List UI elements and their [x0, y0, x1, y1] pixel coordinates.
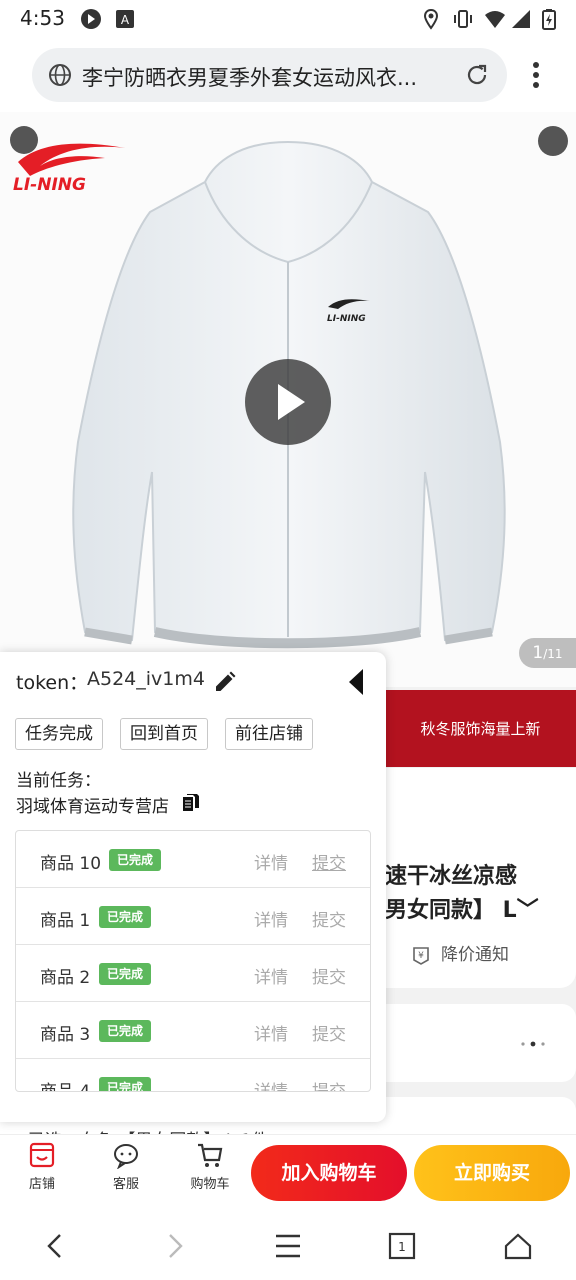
task-row: 商品 10 已完成 详情 提交 [16, 831, 370, 888]
task-row: 商品 4 已完成 详情 提交 [16, 1059, 370, 1092]
edit-icon[interactable] [213, 670, 237, 694]
url-title[interactable]: 李宁防晒衣男夏季外套女运动风衣... [82, 62, 452, 92]
menu-lines-icon[interactable] [272, 1230, 304, 1262]
detail-link[interactable]: 详情 [254, 1020, 288, 1045]
reload-icon[interactable] [464, 62, 490, 88]
browser-toolbar: 李宁防晒衣男夏季外套女运动风衣... [0, 38, 576, 112]
current-task-label: 当前任务： [16, 771, 101, 791]
location-icon [423, 8, 439, 30]
back-button[interactable] [10, 126, 38, 154]
detail-link[interactable]: 详情 [254, 963, 288, 988]
font-a-icon: A [116, 10, 134, 28]
submit-link[interactable]: 提交 [312, 906, 346, 931]
price-alert-label[interactable]: 降价通知 [441, 940, 509, 965]
brand-logo-text: LI-NING [13, 175, 86, 192]
collapse-left-icon[interactable] [347, 668, 365, 696]
token-label: token： [16, 672, 89, 694]
detail-link[interactable]: 详情 [254, 906, 288, 931]
task-row-name: 商品 3 [40, 1025, 91, 1045]
wifi-icon [485, 11, 505, 28]
more-dots-icon[interactable] [519, 1040, 549, 1048]
product-title-line1: 速干冰丝凉感 [385, 864, 518, 889]
chest-logo: LI-NING [327, 299, 370, 323]
service-tab[interactable]: 客服 [96, 1135, 156, 1192]
status-bar: 4:53 A [0, 0, 576, 38]
more-vert-icon[interactable] [524, 60, 548, 90]
counter-total: /11 [543, 647, 563, 661]
signal-icon [512, 10, 530, 28]
home-button[interactable]: 回到首页 [120, 718, 208, 750]
tabs-count: 1 [398, 1240, 406, 1254]
app-notification-icon [81, 9, 101, 29]
store-label: 店铺 [28, 1177, 55, 1192]
play-video-button[interactable] [245, 359, 331, 445]
store-name: 羽域体育运动专营店 [16, 797, 169, 817]
counter-current: 1 [532, 643, 544, 663]
vibrate-icon [454, 10, 472, 28]
chest-logo-text: LI-NING [327, 314, 366, 323]
play-icon [278, 384, 305, 420]
token-task-panel: token： A524_iv1m4 任务完成 回到首页 前往店铺 当前任务： 羽… [0, 652, 386, 1122]
svg-text:A: A [121, 13, 130, 27]
copy-icon[interactable] [181, 793, 201, 813]
submit-link[interactable]: 提交 [312, 1020, 346, 1045]
system-nav-bar: 1 [0, 1210, 576, 1280]
task-row-name: 商品 1 [40, 911, 91, 931]
back-arrow-icon[interactable] [40, 1230, 72, 1262]
cart-label: 购物车 [190, 1177, 230, 1192]
store-tab[interactable]: 店铺 [12, 1135, 72, 1192]
status-badge: 已完成 [109, 849, 162, 871]
buy-now-button[interactable]: 立即购买 [414, 1145, 570, 1201]
image-counter: 1/11 [519, 638, 576, 668]
submit-link[interactable]: 提交 [312, 849, 346, 874]
cart-icon [198, 1143, 223, 1167]
task-row-name: 商品 10 [40, 854, 102, 874]
service-label: 客服 [112, 1177, 139, 1192]
forward-arrow-icon[interactable] [158, 1230, 190, 1262]
status-time: 4:53 [20, 6, 65, 30]
add-to-cart-button[interactable]: 加入购物车 [251, 1145, 407, 1201]
task-row: 商品 2 已完成 详情 提交 [16, 945, 370, 1002]
detail-link[interactable]: 详情 [254, 1077, 288, 1091]
svg-text:¥: ¥ [418, 951, 424, 961]
status-badge: 已完成 [99, 1077, 152, 1091]
task-product-list[interactable]: 商品 10 已完成 详情 提交 商品 1 已完成 详情 提交 商品 2 已完成 … [15, 830, 371, 1092]
task-row-name: 商品 4 [40, 1082, 91, 1092]
task-row: 商品 1 已完成 详情 提交 [16, 888, 370, 945]
tabs-icon[interactable]: 1 [386, 1230, 418, 1262]
product-action-bar: 店铺 客服 购物车 加入购物车 立即购买 [0, 1134, 576, 1210]
globe-icon [49, 64, 71, 86]
detail-link[interactable]: 详情 [254, 849, 288, 874]
status-badge: 已完成 [99, 963, 152, 985]
promo-banner[interactable]: 秋冬服饰海量上新 [385, 690, 576, 767]
cart-tab[interactable]: 购物车 [180, 1135, 240, 1192]
token-value: A524_iv1m4 [87, 668, 205, 690]
store-icon [29, 1142, 55, 1168]
go-store-button[interactable]: 前往店铺 [225, 718, 313, 750]
submit-link[interactable]: 提交 [312, 963, 346, 988]
promo-text: 秋冬服饰海量上新 [420, 720, 541, 738]
status-badge: 已完成 [99, 1020, 152, 1042]
product-title-line2[interactable]: 男女同款】 L﹀ [385, 892, 539, 924]
status-badge: 已完成 [99, 906, 152, 928]
task-row: 商品 3 已完成 详情 提交 [16, 1002, 370, 1059]
task-complete-button[interactable]: 任务完成 [15, 718, 103, 750]
home-icon[interactable] [502, 1230, 534, 1262]
more-button[interactable] [538, 126, 568, 156]
battery-icon [542, 9, 556, 30]
customer-service-icon [114, 1144, 138, 1169]
submit-link[interactable]: 提交 [312, 1077, 346, 1091]
product-image-carousel[interactable]: LI-NING LI-NING 1/11 [0, 112, 576, 687]
address-bar[interactable]: 李宁防晒衣男夏季外套女运动风衣... [32, 48, 507, 102]
task-row-name: 商品 2 [40, 968, 91, 988]
price-alert-icon: ¥ [413, 947, 429, 965]
